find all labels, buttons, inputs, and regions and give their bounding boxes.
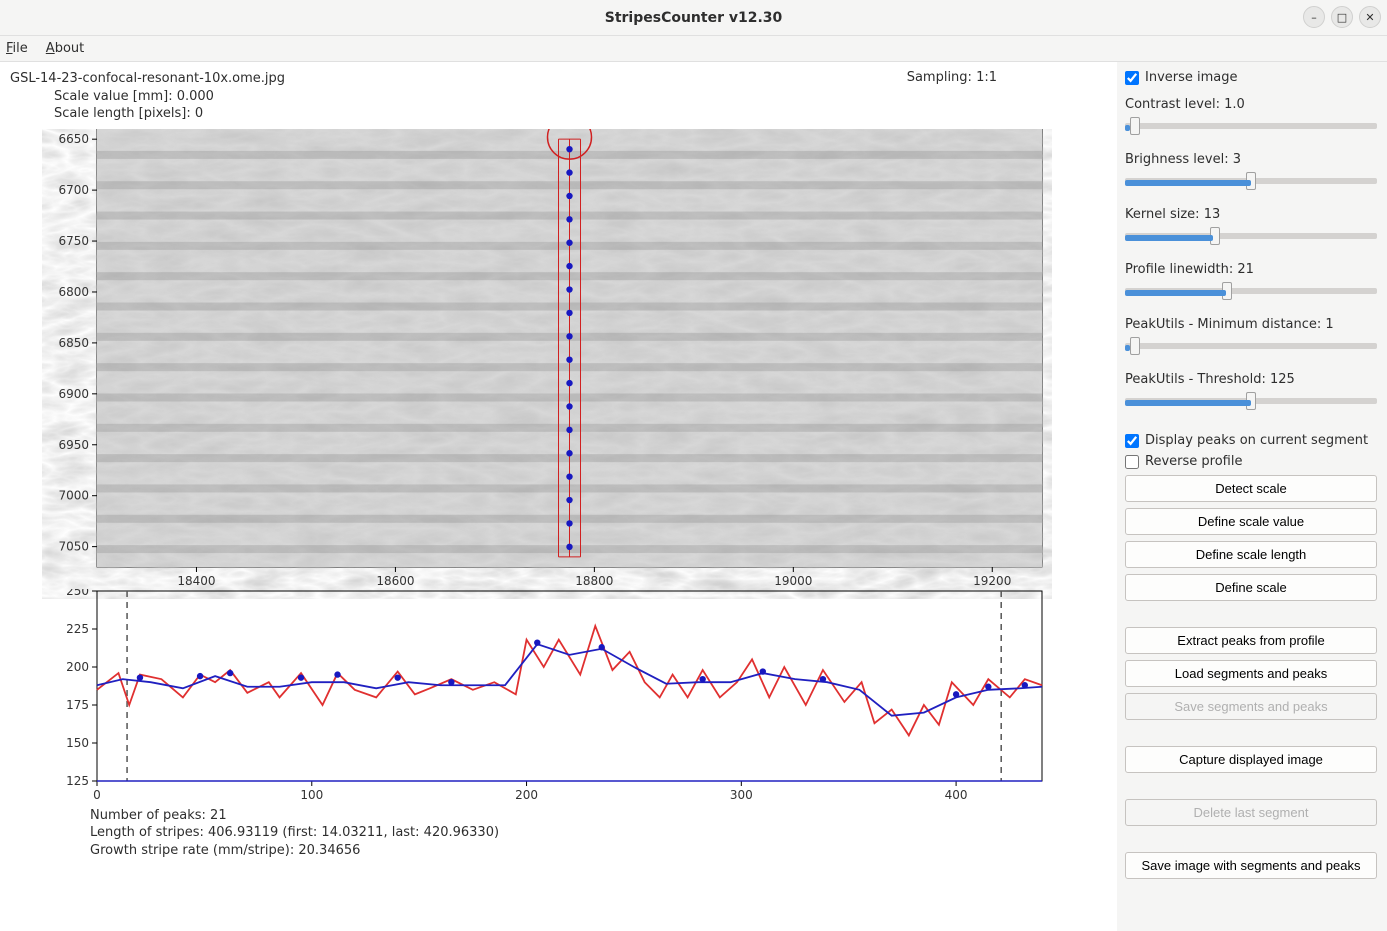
define-scale-value-button[interactable]: Define scale value xyxy=(1125,508,1377,535)
window-titlebar: StripesCounter v12.30 – □ ✕ xyxy=(0,0,1387,36)
chart-area: 6650 6700 6750 6800 6850 6900 6950 7000 7050 1840… xyxy=(10,123,1107,923)
svg-text:6700: 6700 xyxy=(58,183,89,197)
kernel-slider-wrap xyxy=(1125,228,1377,250)
linewidth-slider[interactable] xyxy=(1125,288,1377,294)
close-icon: ✕ xyxy=(1365,11,1374,24)
threshold-slider[interactable] xyxy=(1125,398,1377,404)
svg-text:18400: 18400 xyxy=(177,574,215,588)
peaks-count-label: Number of peaks: 21 xyxy=(90,807,1107,825)
brightness-label: Brighness level: 3 xyxy=(1125,152,1377,167)
inverse-image-input[interactable] xyxy=(1125,71,1139,85)
svg-text:19200: 19200 xyxy=(973,574,1011,588)
inverse-image-checkbox[interactable]: Inverse image xyxy=(1125,70,1377,85)
svg-text:18600: 18600 xyxy=(376,574,414,588)
menu-file[interactable]: File xyxy=(6,41,28,56)
capture-image-button[interactable]: Capture displayed image xyxy=(1125,746,1377,773)
contrast-slider-wrap xyxy=(1125,118,1377,140)
minimize-icon: – xyxy=(1311,11,1317,24)
svg-text:100: 100 xyxy=(300,788,323,802)
side-panel: Inverse image Contrast level: 1.0 Brighn… xyxy=(1117,62,1387,931)
mindist-slider[interactable] xyxy=(1125,343,1377,349)
svg-text:175: 175 xyxy=(66,698,89,712)
threshold-label: PeakUtils - Threshold: 125 xyxy=(1125,372,1377,387)
svg-text:6900: 6900 xyxy=(58,386,89,400)
load-segments-button[interactable]: Load segments and peaks xyxy=(1125,660,1377,687)
main-panel: GSL-14-23-confocal-resonant-10x.ome.jpg … xyxy=(0,62,1117,931)
svg-text:150: 150 xyxy=(66,736,89,750)
mindist-slider-wrap xyxy=(1125,338,1377,360)
scale-value-label: Scale value [mm]: 0.000 xyxy=(10,88,1107,106)
window-controls: – □ ✕ xyxy=(1303,6,1381,28)
svg-text:7050: 7050 xyxy=(58,539,89,553)
maximize-icon: □ xyxy=(1337,11,1347,24)
svg-text:6850: 6850 xyxy=(58,336,89,350)
reverse-profile-label: Reverse profile xyxy=(1145,454,1242,469)
kernel-slider[interactable] xyxy=(1125,233,1377,239)
kernel-label: Kernel size: 13 xyxy=(1125,207,1377,222)
menu-about[interactable]: About xyxy=(46,41,84,56)
reverse-profile-input[interactable] xyxy=(1125,455,1139,469)
svg-text:225: 225 xyxy=(66,622,89,636)
svg-text:6950: 6950 xyxy=(58,437,89,451)
svg-text:250: 250 xyxy=(66,589,89,598)
contrast-label: Contrast level: 1.0 xyxy=(1125,97,1377,112)
display-peaks-checkbox[interactable]: Display peaks on current segment xyxy=(1125,433,1377,448)
image-plot[interactable]: 6650670067506800685069006950700070501840… xyxy=(42,129,1107,549)
define-scale-length-button[interactable]: Define scale length xyxy=(1125,541,1377,568)
brightness-slider[interactable] xyxy=(1125,178,1377,184)
svg-text:7000: 7000 xyxy=(58,488,89,502)
sampling-label: Sampling: 1:1 xyxy=(907,70,997,85)
contrast-slider[interactable] xyxy=(1125,123,1377,129)
length-label: Length of stripes: 406.93119 (first: 14.… xyxy=(90,824,1107,842)
linewidth-slider-wrap xyxy=(1125,283,1377,305)
delete-last-segment-button: Delete last segment xyxy=(1125,799,1377,826)
scale-length-label: Scale length [pixels]: 0 xyxy=(10,105,1107,123)
maximize-button[interactable]: □ xyxy=(1331,6,1353,28)
stats-block: Number of peaks: 21 Length of stripes: 4… xyxy=(90,807,1107,860)
threshold-slider-wrap xyxy=(1125,393,1377,415)
content-area: GSL-14-23-confocal-resonant-10x.ome.jpg … xyxy=(0,62,1387,931)
mindist-label: PeakUtils - Minimum distance: 1 xyxy=(1125,317,1377,332)
svg-text:19000: 19000 xyxy=(774,574,812,588)
svg-text:6650: 6650 xyxy=(58,132,89,146)
menubar: File About xyxy=(0,36,1387,62)
window-title: StripesCounter v12.30 xyxy=(605,10,783,26)
linewidth-label: Profile linewidth: 21 xyxy=(1125,262,1377,277)
image-plot-svg: 6650 6700 6750 6800 6850 6900 6950 7000 7050 1840… xyxy=(42,129,1052,599)
save-image-button[interactable]: Save image with segments and peaks xyxy=(1125,852,1377,879)
svg-text:6800: 6800 xyxy=(58,285,89,299)
detect-scale-button[interactable]: Detect scale xyxy=(1125,475,1377,502)
svg-text:400: 400 xyxy=(945,788,968,802)
extract-peaks-button[interactable]: Extract peaks from profile xyxy=(1125,627,1377,654)
display-peaks-input[interactable] xyxy=(1125,434,1139,448)
svg-text:125: 125 xyxy=(66,774,89,788)
brightness-slider-wrap xyxy=(1125,173,1377,195)
inverse-image-label: Inverse image xyxy=(1145,70,1238,85)
rate-label: Growth stripe rate (mm/stripe): 20.34656 xyxy=(90,842,1107,860)
svg-text:0: 0 xyxy=(93,788,101,802)
display-peaks-label: Display peaks on current segment xyxy=(1145,433,1368,448)
profile-plot-svg: 125 150 175 200 225 250 0 100 200 300 400 xyxy=(42,589,1052,809)
profile-plot[interactable]: 1251501752002252500100200300400 xyxy=(42,589,1107,789)
svg-text:200: 200 xyxy=(66,660,89,674)
close-button[interactable]: ✕ xyxy=(1359,6,1381,28)
svg-text:300: 300 xyxy=(730,788,753,802)
svg-text:18800: 18800 xyxy=(575,574,613,588)
reverse-profile-checkbox[interactable]: Reverse profile xyxy=(1125,454,1377,469)
svg-text:200: 200 xyxy=(515,788,538,802)
save-segments-button: Save segments and peaks xyxy=(1125,693,1377,720)
minimize-button[interactable]: – xyxy=(1303,6,1325,28)
define-scale-button[interactable]: Define scale xyxy=(1125,574,1377,601)
svg-text:6750: 6750 xyxy=(58,234,89,248)
